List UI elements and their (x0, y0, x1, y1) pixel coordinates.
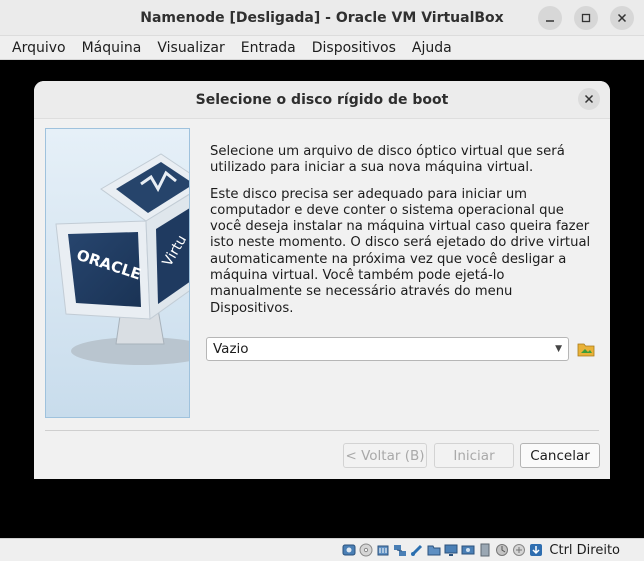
window-titlebar: Namenode [Desligada] - Oracle VM Virtual… (0, 0, 644, 36)
window-title: Namenode [Desligada] - Oracle VM Virtual… (140, 9, 504, 26)
hard-disk-icon[interactable] (341, 543, 356, 558)
back-button[interactable]: < Voltar (B) (343, 443, 427, 468)
minimize-icon (546, 20, 554, 22)
mouse-integration-icon[interactable] (511, 543, 526, 558)
divider (45, 430, 599, 431)
description-paragraph-1: Selecione um arquivo de disco óptico vir… (210, 144, 565, 176)
maximize-icon (581, 13, 591, 23)
status-bar: Ctrl Direito (0, 538, 644, 561)
shared-folders-icon[interactable] (426, 543, 441, 558)
usb-icon[interactable] (409, 543, 424, 558)
host-key-icon[interactable] (528, 543, 543, 558)
virtualbox-illustration: ORACLE Virtu (45, 128, 190, 418)
minimize-button[interactable] (538, 6, 562, 30)
description-paragraph-2: Este disco precisa ser adequado para ini… (210, 186, 591, 316)
cancel-button[interactable]: Cancelar (520, 443, 600, 468)
menu-bar: Arquivo Máquina Visualizar Entrada Dispo… (0, 36, 644, 60)
close-icon (584, 94, 594, 104)
maximize-button[interactable] (574, 6, 598, 30)
host-key-label: Ctrl Direito (549, 542, 620, 558)
virtualization-icon[interactable] (477, 543, 492, 558)
display-icon[interactable] (443, 543, 458, 558)
boot-disk-dialog: Selecione o disco rígido de boot ORACLE … (34, 81, 610, 479)
optical-disk-icon[interactable] (358, 543, 373, 558)
close-icon (617, 13, 627, 23)
audio-icon[interactable] (375, 543, 390, 558)
cpu-icon[interactable] (494, 543, 509, 558)
disk-selector-row: Vazio ▼ (206, 337, 596, 361)
menu-ajuda[interactable]: Ajuda (404, 40, 460, 56)
window-controls (538, 6, 634, 30)
dialog-description: Selecione um arquivo de disco óptico vir… (210, 144, 595, 327)
disk-combo-value: Vazio (213, 341, 249, 357)
menu-arquivo[interactable]: Arquivo (4, 40, 74, 56)
virtualbox-cube-logo: ORACLE Virtu (46, 129, 189, 417)
video-capture-icon[interactable] (460, 543, 475, 558)
close-button[interactable] (610, 6, 634, 30)
menu-entrada[interactable]: Entrada (233, 40, 304, 56)
choose-disk-file-button[interactable] (576, 339, 596, 359)
menu-visualizar[interactable]: Visualizar (149, 40, 232, 56)
folder-icon (577, 343, 595, 357)
menu-maquina[interactable]: Máquina (74, 40, 150, 56)
dialog-titlebar: Selecione o disco rígido de boot (34, 81, 610, 119)
start-button[interactable]: Iniciar (434, 443, 514, 468)
dialog-title: Selecione o disco rígido de boot (195, 91, 449, 108)
network-icon[interactable] (392, 543, 407, 558)
dialog-close-button[interactable] (578, 88, 600, 110)
disk-combo-box[interactable]: Vazio ▼ (206, 337, 569, 361)
chevron-down-icon: ▼ (555, 344, 562, 354)
menu-dispositivos[interactable]: Dispositivos (304, 40, 404, 56)
